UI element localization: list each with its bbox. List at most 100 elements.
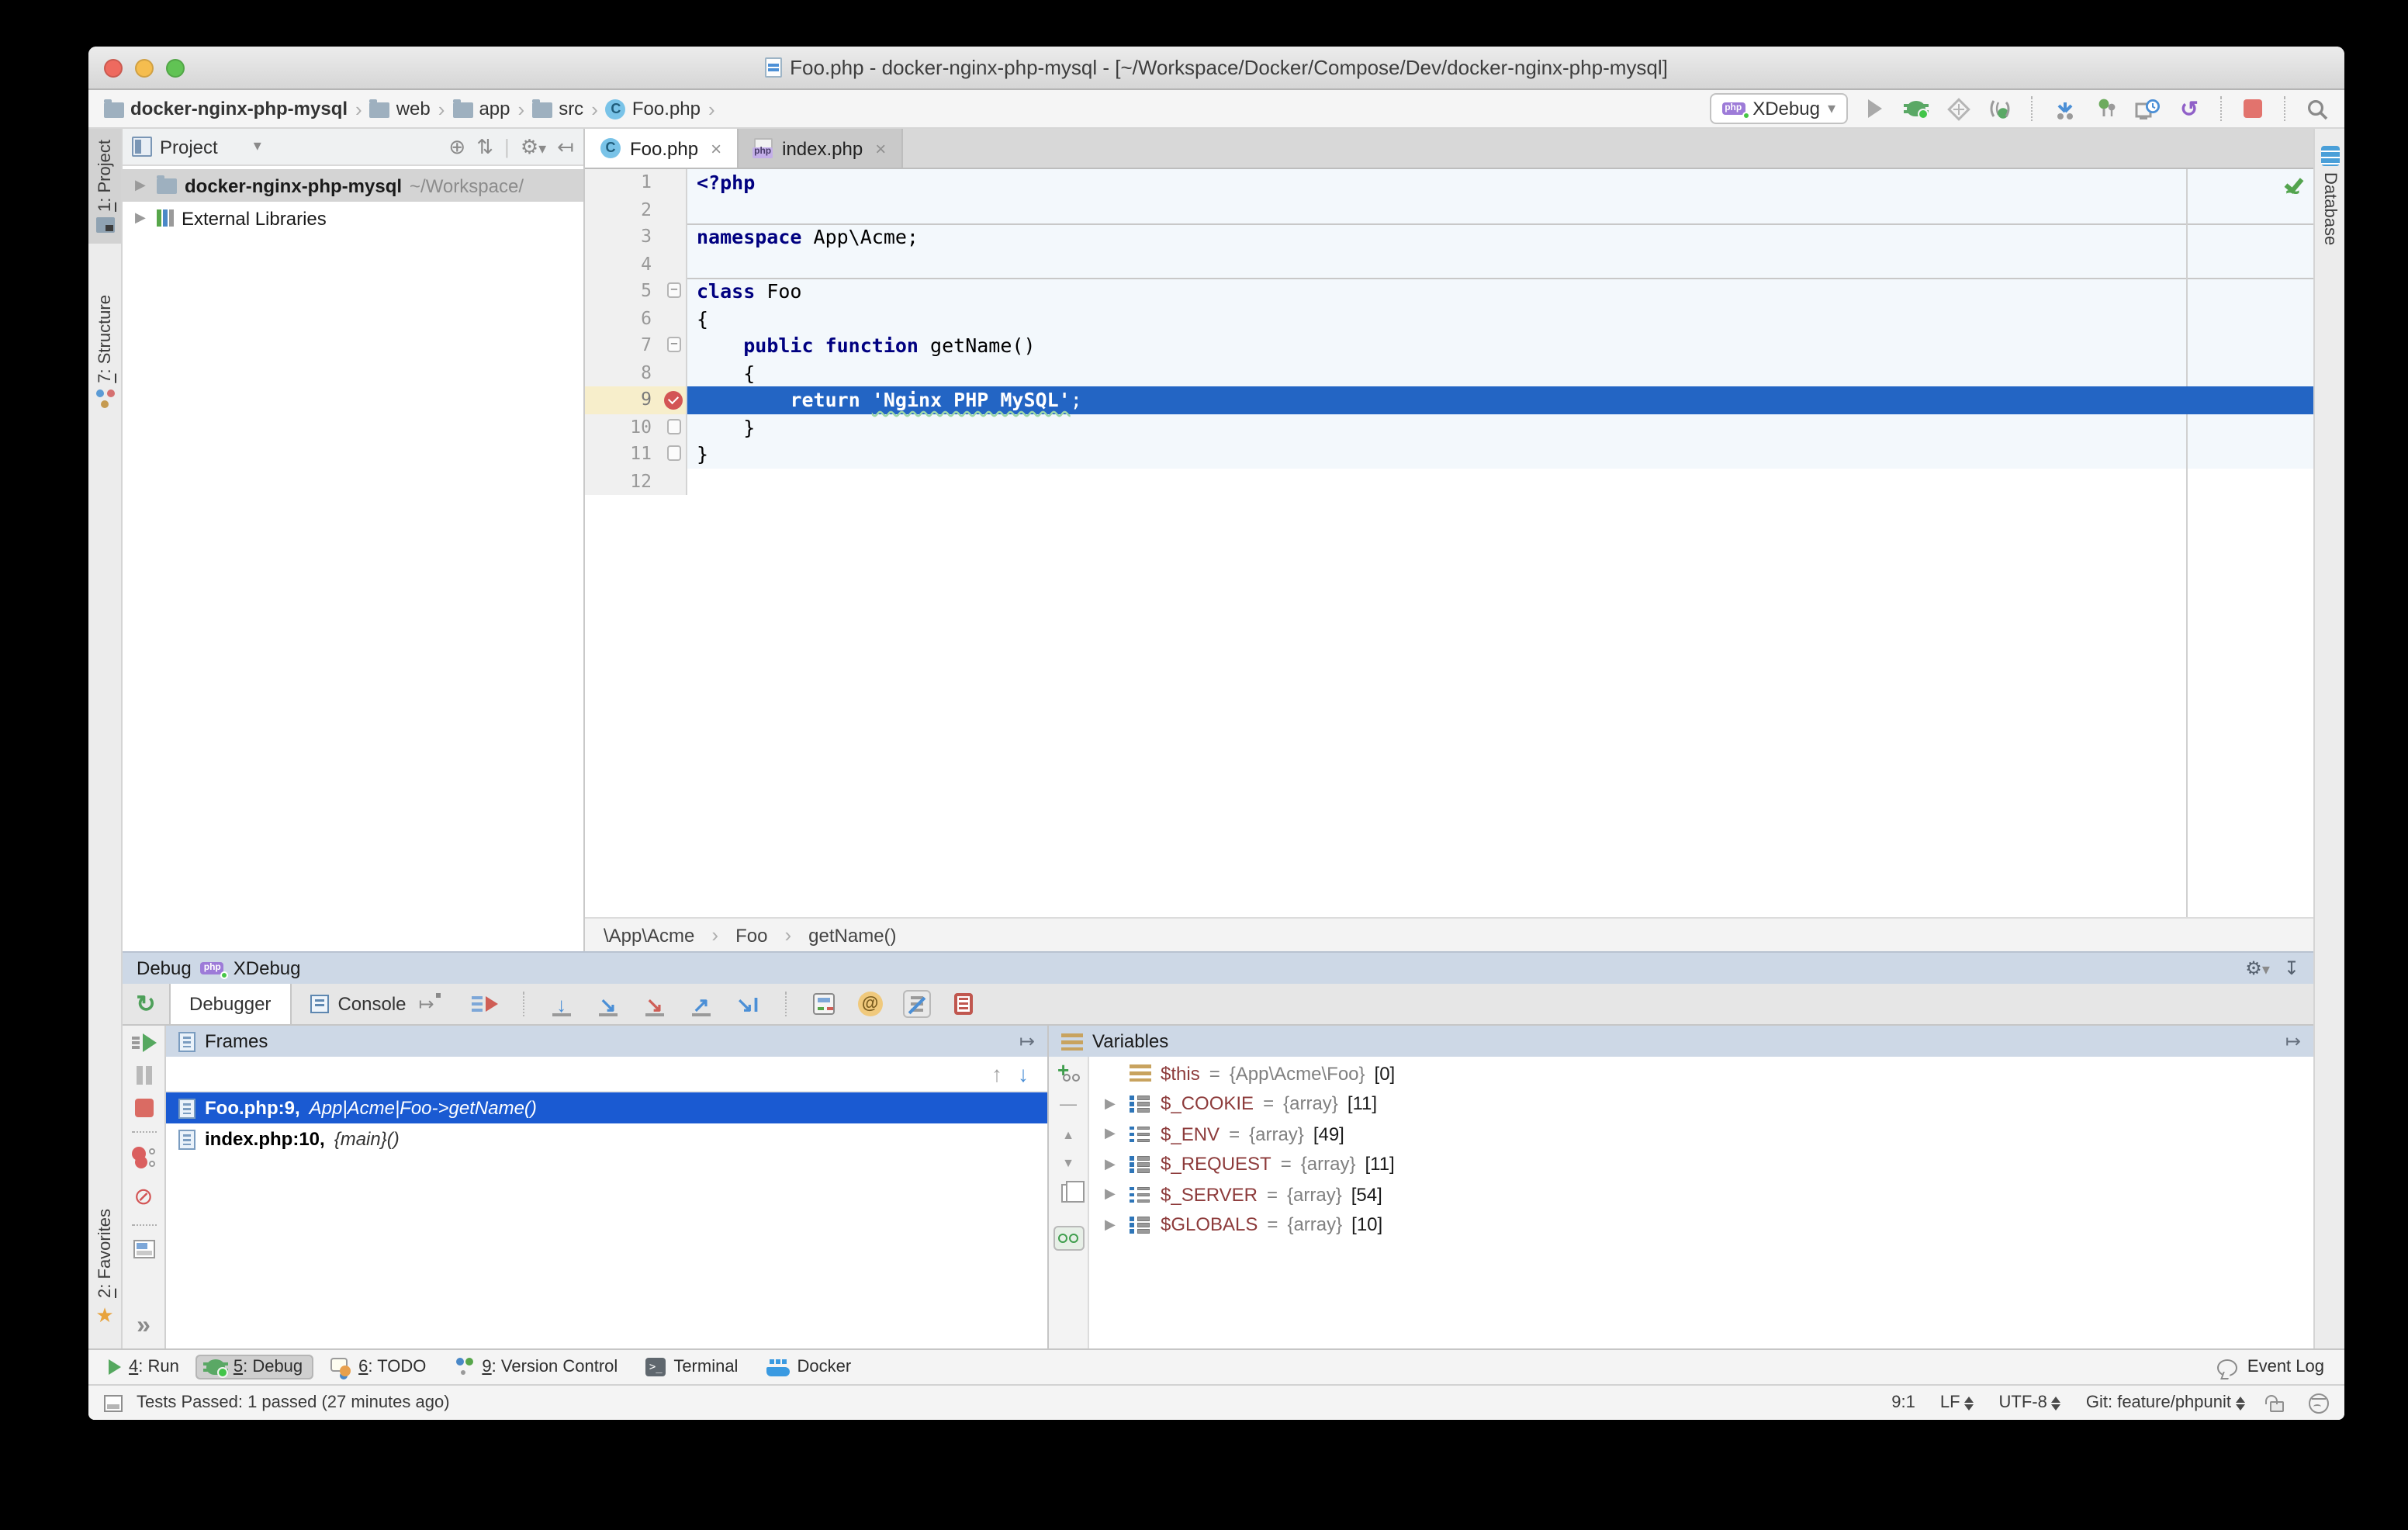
stripe-button-favorites[interactable]: 2: Favorites ★	[88, 1197, 121, 1339]
mute-line-breakpoints-button[interactable]	[903, 990, 931, 1018]
line-number[interactable]: 3	[585, 223, 687, 251]
listen-debug-connections-button[interactable]	[1984, 93, 2015, 124]
update-project-button[interactable]	[2048, 93, 2079, 124]
line-separator-selector[interactable]: LF	[1940, 1393, 1974, 1412]
copy-icon[interactable]	[1060, 1184, 1076, 1203]
variable-row[interactable]: ▶ $this = {App\Acme\Foo} [0]	[1089, 1058, 2313, 1089]
breadcrumb-src[interactable]: src	[529, 98, 586, 119]
fold-icon[interactable]	[667, 445, 681, 461]
line-number[interactable]: 9	[585, 386, 687, 414]
variable-row[interactable]: ▶ $_REQUEST = {array} [11]	[1089, 1149, 2313, 1179]
fold-icon[interactable]: −	[667, 337, 681, 352]
code-line[interactable]: 4	[585, 251, 2313, 278]
code-line[interactable]: 1 <?php	[585, 169, 2313, 196]
zoom-window-button[interactable]	[166, 58, 185, 77]
step-over-button[interactable]: ↓	[548, 990, 576, 1018]
tree-row-project-root[interactable]: ▶ docker-nginx-php-mysql ~/Workspace/	[123, 169, 583, 202]
close-tab-icon[interactable]: ×	[875, 137, 886, 159]
toolwindow-toggle-icon[interactable]	[104, 1394, 123, 1411]
line-number[interactable]: 12	[585, 468, 687, 495]
debug-button[interactable]	[1901, 93, 1932, 124]
step-out-button[interactable]: ↗	[687, 990, 715, 1018]
force-step-into-button[interactable]: ↘	[641, 990, 669, 1018]
expand-arrow-icon[interactable]: ▶	[135, 209, 149, 227]
run-button[interactable]	[1859, 93, 1890, 124]
restore-layout-button[interactable]	[950, 990, 977, 1018]
title-bar[interactable]: Foo.php - docker-nginx-php-mysql - [~/Wo…	[88, 47, 2344, 90]
rollback-button[interactable]: ↺	[2174, 93, 2205, 124]
frame-row[interactable]: Foo.php:9, App|Acme|Foo->getName()	[166, 1092, 1047, 1123]
code-editor[interactable]: 1 <?php 2 3 namespace App\Acme; 4	[585, 169, 2313, 917]
line-number[interactable]: 5 −	[585, 278, 687, 305]
line-number[interactable]: 11	[585, 441, 687, 468]
tab-console[interactable]: Console ↦	[291, 984, 452, 1024]
chevron-down-icon[interactable]: ▾	[254, 138, 261, 155]
code-line[interactable]: 3 namespace App\Acme;	[585, 223, 2313, 251]
rerun-debug-button[interactable]: ↻	[123, 984, 169, 1024]
run-to-cursor-button[interactable]: ↘I	[734, 990, 762, 1018]
caret-position[interactable]: 9:1	[1891, 1393, 1915, 1412]
float-panel-icon[interactable]: ↦	[2285, 1030, 2301, 1052]
line-number[interactable]: 6	[585, 305, 687, 332]
git-branch-selector[interactable]: Git: feature/phpunit	[2086, 1393, 2245, 1412]
breakpoint-icon[interactable]	[664, 390, 683, 409]
expand-arrow-icon[interactable]: ▶	[1105, 1217, 1120, 1234]
toolwindow-button-todo[interactable]: 6: TODO	[320, 1355, 437, 1379]
tab-index-php[interactable]: php index.php ×	[739, 129, 903, 168]
search-everywhere-button[interactable]	[2301, 93, 2332, 124]
show-watches-button[interactable]	[1053, 1226, 1084, 1251]
toolwindow-button-docker[interactable]: Docker	[755, 1355, 862, 1379]
line-number[interactable]: 4	[585, 251, 687, 278]
lock-icon[interactable]	[2270, 1400, 2284, 1411]
fold-icon[interactable]: −	[667, 282, 681, 298]
encoding-selector[interactable]: UTF-8	[1999, 1393, 2061, 1412]
move-down-button[interactable]: ▼	[1062, 1156, 1074, 1170]
expand-arrow-icon[interactable]: ▶	[1105, 1096, 1120, 1113]
close-tab-icon[interactable]: ×	[711, 137, 721, 159]
inspection-ok-icon[interactable]	[2282, 177, 2304, 199]
pause-button[interactable]	[136, 1066, 151, 1085]
variable-row[interactable]: ▶ $GLOBALS = {array} [10]	[1089, 1210, 2313, 1240]
line-number[interactable]: 8	[585, 359, 687, 386]
toolwindow-button-version-control[interactable]: 9: Version Control	[443, 1354, 628, 1380]
previous-frame-button[interactable]: ↑	[991, 1061, 1002, 1086]
stripe-button-project[interactable]: 1: Project	[88, 129, 121, 244]
tab-debugger[interactable]: Debugger	[169, 984, 291, 1024]
breadcrumb-project-root[interactable]: docker-nginx-php-mysql	[101, 98, 351, 119]
step-into-button[interactable]: ↘	[594, 990, 622, 1018]
status-message[interactable]: Tests Passed: 1 passed (27 minutes ago)	[137, 1393, 450, 1412]
tab-foo-php[interactable]: C Foo.php ×	[585, 129, 739, 168]
expand-arrow-icon[interactable]: ▶	[1105, 1186, 1120, 1203]
breadcrumb-app[interactable]: app	[449, 98, 513, 119]
line-number[interactable]: 7 −	[585, 332, 687, 359]
code-line[interactable]: 7 − public function getName()	[585, 332, 2313, 359]
line-number[interactable]: 1	[585, 169, 687, 196]
expand-arrow-icon[interactable]: ▶	[1105, 1126, 1120, 1143]
move-up-button[interactable]: ▲	[1062, 1128, 1074, 1142]
breadcrumb-web[interactable]: web	[367, 98, 434, 119]
stop-button[interactable]	[2237, 93, 2268, 124]
minimize-window-button[interactable]	[135, 58, 154, 77]
more-actions-button[interactable]: »	[137, 1313, 150, 1341]
code-line-current[interactable]: 9 return 'Nginx PHP MySQL';	[585, 386, 2313, 414]
toolwindow-button-terminal[interactable]: >_ Terminal	[635, 1355, 749, 1379]
toolwindow-button-run[interactable]: 4: Run	[98, 1355, 190, 1379]
mute-breakpoints-button[interactable]: ⊘	[133, 1182, 153, 1210]
remote-host-sync-button[interactable]	[2132, 93, 2163, 124]
stop-debug-button[interactable]	[134, 1099, 153, 1117]
hide-panel-button[interactable]: ↧	[2284, 957, 2299, 979]
collapse-all-button[interactable]: ⇅	[476, 134, 493, 159]
run-configuration-selector[interactable]: php XDebug ▾	[1709, 93, 1848, 124]
float-panel-icon[interactable]: ↦	[1019, 1030, 1035, 1052]
breadcrumb-namespace[interactable]: \App\Acme	[604, 924, 694, 946]
expand-arrow-icon[interactable]: ▶	[1105, 1156, 1120, 1173]
show-execution-point-button[interactable]	[472, 990, 500, 1018]
evaluate-expression-button[interactable]	[810, 990, 838, 1018]
toolwindow-button-debug[interactable]: 5: Debug	[196, 1355, 313, 1379]
inspections-profile-icon[interactable]	[2309, 1393, 2329, 1413]
breadcrumb-method[interactable]: getName()	[808, 924, 896, 946]
settings-gear-button[interactable]: ⚙▾	[521, 134, 546, 159]
line-number[interactable]: 10	[585, 414, 687, 441]
variable-row[interactable]: ▶ $_SERVER = {array} [54]	[1089, 1179, 2313, 1210]
next-frame-button[interactable]: ↓	[1018, 1061, 1029, 1086]
